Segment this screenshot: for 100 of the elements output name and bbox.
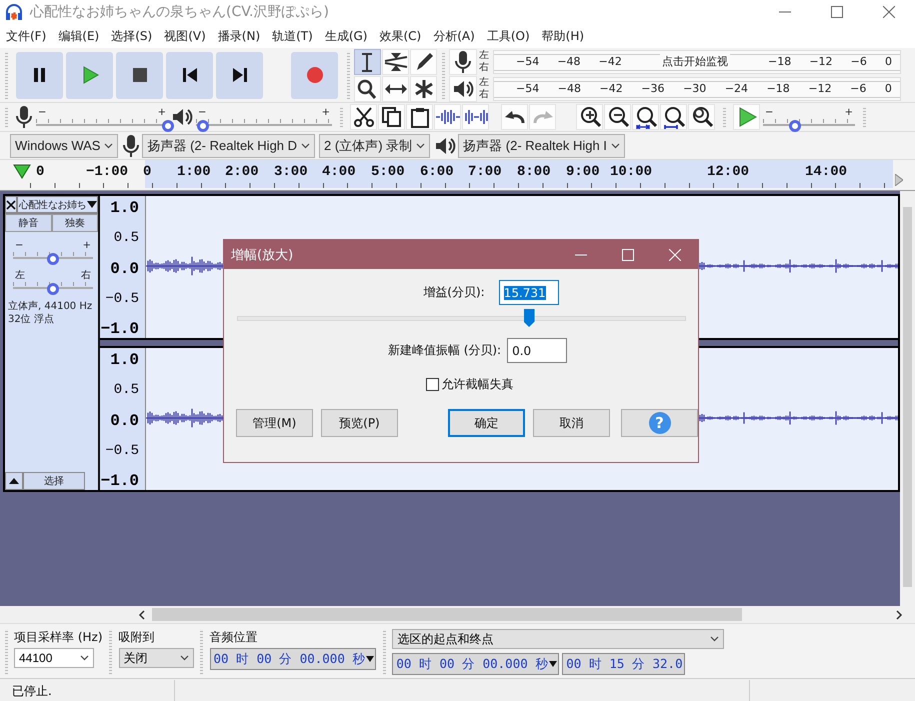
clipboard-icon (408, 106, 430, 128)
checkbox-square[interactable] (426, 378, 438, 391)
menu-item[interactable]: 分析(A) (428, 24, 480, 48)
zoom-fit-selection-button[interactable] (632, 104, 659, 130)
skip-to-start-button[interactable] (166, 52, 213, 98)
playback-meter-button[interactable] (449, 76, 477, 102)
tool-button[interactable] (354, 48, 381, 74)
timeline-selection-band[interactable] (145, 160, 893, 188)
dialog-button[interactable]: 确定 (448, 409, 526, 437)
meter-tick-label: −30 (683, 82, 706, 95)
scroll-thumb[interactable] (903, 207, 912, 587)
timeline-label: 5:00 (371, 164, 405, 180)
meter-tick-label: 0 (884, 55, 892, 68)
gain-slider-thumb[interactable] (47, 253, 59, 265)
peak-amplitude-input[interactable]: 0.0 (507, 338, 568, 363)
chevron-icon (104, 142, 114, 148)
app-icon (4, 3, 24, 21)
scale-label: 1.0 (110, 199, 139, 217)
status-text: 已停止. (12, 682, 52, 700)
vertical-scrollbar[interactable] (900, 191, 915, 606)
trim-button[interactable] (434, 104, 461, 130)
select-track-button[interactable]: 选择 (23, 472, 85, 490)
maximize-icon (622, 248, 634, 260)
playback-speed-slider-thumb[interactable] (789, 120, 802, 132)
zoom-fit-icon (662, 105, 684, 129)
scale-label: 0.5 (114, 382, 139, 398)
close-icon (883, 6, 895, 18)
mute-button[interactable]: 静音 (5, 214, 52, 232)
meter-tick-label: −54 (516, 55, 540, 68)
level-meter[interactable]: −54 −48 −42 点击开始监视 −18 −12 −6 0 (493, 50, 901, 74)
pause-button[interactable] (16, 52, 63, 98)
plus-label: + (844, 108, 853, 118)
pan-slider-thumb[interactable] (47, 283, 59, 295)
scroll-right-icon[interactable] (895, 610, 903, 620)
stop-icon (130, 66, 148, 84)
timeline-label: 7:00 (468, 164, 502, 180)
copy-button[interactable] (378, 104, 405, 130)
cut-button[interactable] (350, 104, 377, 130)
stop-button[interactable] (116, 52, 163, 98)
copy-icon (380, 106, 402, 128)
playback-device-dropdown[interactable]: 扬声器 (2- Realtek High I (458, 134, 625, 158)
sample-rate-label: 项目采样率 (Hz) (14, 629, 102, 644)
selection-end-field[interactable]: 00 时 15 分 32.0 (562, 653, 685, 675)
menu-item[interactable]: 选择(S) (106, 24, 158, 48)
zoom-in-button[interactable] (576, 104, 603, 130)
minus-label: − (198, 108, 206, 118)
skip-to-end-button[interactable] (216, 52, 263, 98)
timeline-label: 3:00 (274, 164, 308, 180)
sample-rate-dropdown[interactable]: 44100 (14, 648, 94, 668)
level-meter[interactable]: −54 −48 −42 −36 −30 −24 −18 −12 −6 0 (493, 76, 901, 100)
dialog-button[interactable]: 预览(P) (320, 409, 398, 437)
menu-item[interactable]: 效果(C) (374, 24, 426, 48)
record-icon (306, 66, 324, 84)
audio-position-label: 音频位置 (210, 629, 258, 644)
dialog-button[interactable]: 取消 (533, 409, 610, 437)
dialog-button[interactable]: 管理(M) (236, 409, 313, 437)
gain-slider-thumb[interactable] (524, 309, 535, 327)
toolbar-grip[interactable] (344, 51, 352, 99)
menu-item[interactable]: 播录(N) (212, 24, 266, 48)
chevron-icon (710, 636, 720, 642)
close-track-button[interactable] (5, 196, 17, 213)
allow-clipping-checkbox[interactable]: 允许截幅失真 (426, 376, 514, 393)
zoom-out-button[interactable] (604, 104, 631, 130)
record-button[interactable] (291, 52, 338, 98)
recording-channels-dropdown[interactable]: 2 (立体声) 录制 (319, 134, 430, 158)
menu-item[interactable]: 帮助(H) (536, 24, 590, 48)
playback-volume-slider-thumb[interactable] (196, 120, 209, 132)
zoom-toggle-button[interactable] (688, 104, 715, 130)
play-head-icon[interactable] (12, 162, 32, 180)
audio-host-dropdown[interactable]: Windows WAS (10, 134, 118, 158)
menu-item[interactable]: 视图(V) (159, 24, 211, 48)
audio-position-field[interactable]: 00 时 00 分 00.000 秒 (210, 648, 376, 670)
record-volume-slider-thumb[interactable] (162, 120, 174, 132)
solo-button[interactable]: 独奏 (52, 214, 98, 232)
scale-label: 0.0 (110, 412, 139, 430)
scroll-left-icon[interactable] (138, 610, 146, 620)
selection-mode-dropdown[interactable]: 选区的起点和终点 (392, 629, 724, 649)
undo-button[interactable] (501, 104, 528, 130)
scissors-icon (352, 106, 374, 128)
menu-item[interactable]: 工具(O) (482, 24, 535, 48)
collapse-button[interactable] (5, 472, 23, 490)
menu-item[interactable]: 文件(F) (1, 24, 52, 48)
menu-item[interactable]: 轨道(T) (267, 24, 318, 48)
record-meter-button[interactable] (449, 48, 477, 74)
snap-to-dropdown[interactable]: 关闭 (118, 648, 194, 668)
selection-start-field[interactable]: 00 时 00 分 00.000 秒 (392, 653, 560, 675)
track-name-menu[interactable]: 心配性なお姉ち (17, 196, 98, 213)
zoom-fit-button[interactable] (660, 104, 687, 130)
recording-device-dropdown[interactable]: 扬声器 (2- Realtek High D (142, 134, 316, 158)
menu-item[interactable]: 编辑(E) (53, 24, 104, 48)
menu-item[interactable]: 生成(G) (320, 24, 372, 48)
meter-tick-label: −36 (641, 82, 665, 95)
silence-button[interactable] (462, 104, 489, 130)
monitor-prompt[interactable]: 点击开始监视 (660, 54, 730, 69)
toolbar-grip[interactable] (439, 51, 447, 99)
scroll-thumb[interactable] (152, 608, 742, 621)
play-at-speed-button[interactable] (733, 104, 760, 130)
meter-tick-label: −18 (768, 55, 792, 68)
paste-button[interactable] (406, 104, 433, 130)
gain-input[interactable]: 15.731 (498, 280, 559, 305)
